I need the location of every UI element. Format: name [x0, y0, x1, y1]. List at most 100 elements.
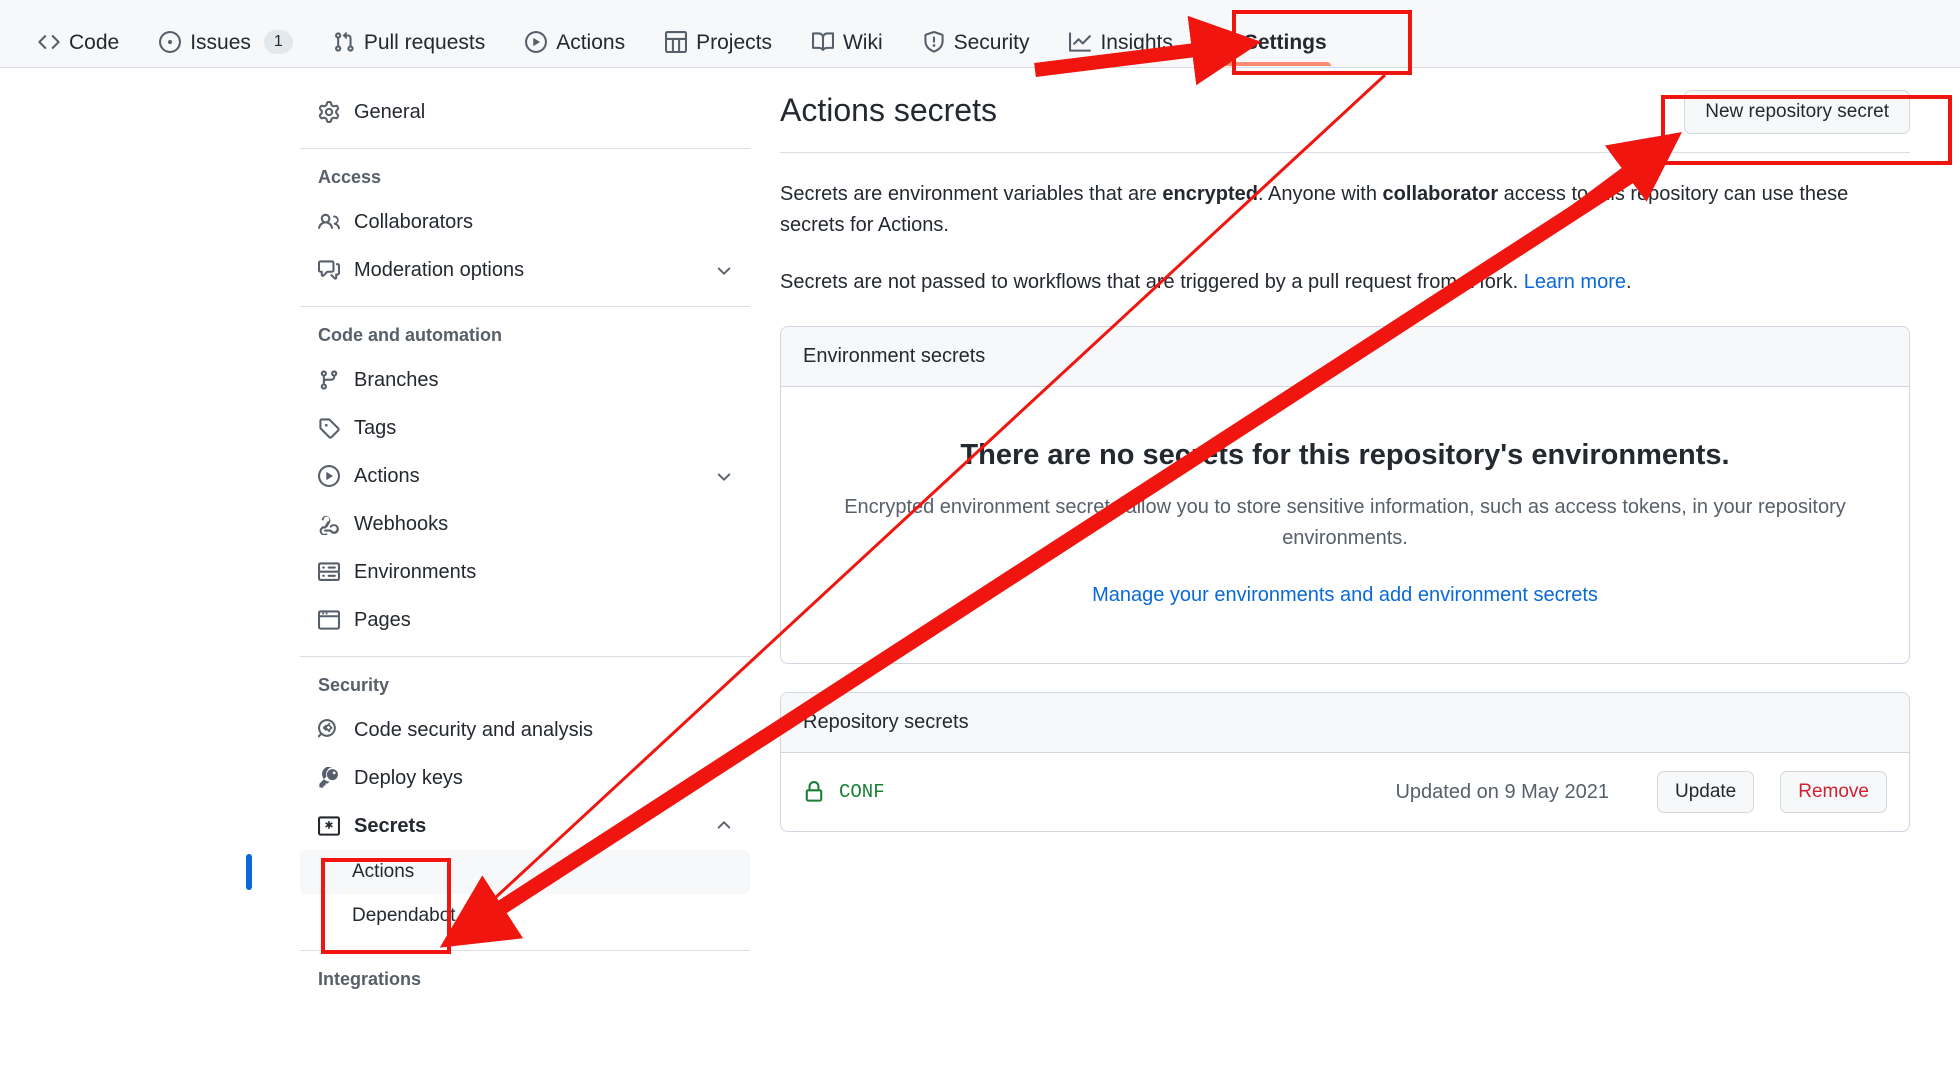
tag-icon	[318, 417, 340, 439]
repository-secrets-header: Repository secrets	[781, 693, 1909, 753]
repo-nav-label: Insights	[1100, 30, 1173, 54]
sidebar-item-label: Actions	[354, 464, 420, 487]
sidebar-item-label: Tags	[354, 416, 397, 439]
sidebar-divider	[300, 950, 750, 951]
blankslate-link-wrap: Manage your environments and add environ…	[811, 584, 1879, 607]
sidebar-divider	[300, 306, 750, 307]
gear-icon	[1213, 31, 1235, 53]
environment-secrets-blankslate: There are no secrets for this repository…	[781, 387, 1909, 663]
repo-nav-label: Issues	[190, 30, 251, 54]
repo-nav-item-settings[interactable]: Settings	[1193, 0, 1347, 66]
sidebar-group-title-security: Security	[318, 675, 390, 695]
sidebar-item-deploy-keys[interactable]: Deploy keys	[300, 754, 750, 802]
blankslate-title: There are no secrets for this repository…	[960, 439, 1730, 471]
sidebar-item-label: Collaborators	[354, 210, 473, 233]
manage-environments-link[interactable]: Manage your environments and add environ…	[1092, 584, 1598, 606]
remove-secret-button[interactable]: Remove	[1780, 771, 1887, 813]
secret-updated-timestamp: Updated on 9 May 2021	[1395, 780, 1609, 803]
shield-icon	[923, 31, 945, 53]
chevron-down-icon[interactable]	[714, 260, 734, 280]
gear-icon	[318, 101, 340, 123]
sidebar-item-label: Moderation options	[354, 258, 525, 281]
git-pull-request-icon	[333, 31, 355, 53]
chevron-down-icon[interactable]	[714, 466, 734, 486]
update-secret-button[interactable]: Update	[1656, 771, 1755, 813]
sidebar-divider	[300, 148, 750, 149]
repo-nav-item-issues[interactable]: Issues 1	[139, 0, 313, 66]
sidebar-item-label: Deploy keys	[354, 766, 463, 789]
secrets-description-paragraph: Secrets are environment variables that a…	[780, 179, 1890, 241]
sidebar-subitem-label: Dependabot	[352, 905, 456, 926]
environment-secrets-header: Environment secrets	[781, 327, 1909, 387]
sidebar-item-environments[interactable]: Environments	[300, 548, 750, 596]
repo-nav-label: Wiki	[842, 30, 883, 54]
chevron-up-icon[interactable]	[714, 816, 734, 836]
sidebar-item-moderation-options[interactable]: Moderation options	[300, 246, 750, 294]
learn-more-link[interactable]: Learn more	[1524, 271, 1626, 293]
repo-nav-label: Code	[69, 30, 120, 54]
repository-secrets-box: Repository secrets CONF Updated on 9 May…	[780, 692, 1910, 832]
table-row: CONF Updated on 9 May 2021 Update Remove	[781, 753, 1909, 831]
settings-sidebar: General Access Collaborators Moderation …	[246, 68, 750, 1000]
sidebar-item-collaborators[interactable]: Collaborators	[300, 198, 750, 246]
people-icon	[318, 211, 340, 233]
secret-name: CONF	[839, 781, 885, 803]
fork-note-paragraph: Secrets are not passed to workflows that…	[780, 267, 1890, 298]
new-repository-secret-button[interactable]: New repository secret	[1684, 90, 1910, 134]
blankslate-description: Encrypted environment secrets allow you …	[844, 496, 1846, 549]
sidebar-item-label: Code security and analysis	[354, 718, 594, 741]
fork-note-text: Secrets are not passed to workflows that…	[780, 271, 1524, 293]
sidebar-item-label: Pages	[354, 608, 411, 631]
repo-nav-label: Pull requests	[363, 30, 486, 54]
key-icon	[318, 767, 340, 789]
sidebar-divider	[300, 656, 750, 657]
repo-nav-item-actions[interactable]: Actions	[505, 0, 645, 66]
sidebar-item-webhooks[interactable]: Webhooks	[300, 500, 750, 548]
repo-nav-item-projects[interactable]: Projects	[645, 0, 792, 66]
sidebar-subitem-dependabot[interactable]: Dependabot	[300, 894, 750, 938]
issues-count-badge: 1	[263, 29, 293, 55]
main-header: Actions secrets New repository secret	[780, 68, 1910, 134]
desc-part-2: . Anyone with	[1258, 183, 1383, 205]
title-divider	[780, 152, 1910, 153]
sidebar-group-title-integrations: Integrations	[318, 969, 422, 989]
sidebar-item-label: Branches	[354, 368, 439, 391]
browser-icon	[318, 609, 340, 631]
repo-nav-label: Security	[953, 30, 1030, 54]
desc-bold-collaborator: collaborator	[1382, 183, 1499, 205]
sidebar-item-label: Webhooks	[354, 512, 449, 535]
fork-note-tail: .	[1625, 271, 1632, 293]
sidebar-item-label: General	[354, 100, 426, 123]
repo-nav-item-insights[interactable]: Insights	[1049, 0, 1192, 66]
sidebar-item-pages[interactable]: Pages	[300, 596, 750, 644]
sidebar-item-secrets[interactable]: Secrets	[300, 802, 750, 850]
sidebar-item-label: Environments	[354, 560, 477, 583]
sidebar-group-title-code-and-automation: Code and automation	[318, 325, 502, 345]
sidebar-item-branches[interactable]: Branches	[300, 356, 750, 404]
issue-opened-icon	[159, 31, 182, 53]
sidebar-subitem-actions[interactable]: Actions	[246, 850, 750, 894]
sidebar-item-label: Secrets	[354, 814, 427, 837]
repo-nav-item-pull-requests[interactable]: Pull requests	[313, 0, 505, 66]
graph-icon	[1069, 31, 1092, 53]
sidebar-group-title-access: Access	[318, 167, 382, 187]
repo-nav: Code Issues 1 Pull requests Actions Proj…	[0, 0, 1960, 68]
repo-nav-label: Settings	[1243, 30, 1327, 54]
sidebar-item-code-security-and-analysis[interactable]: Code security and analysis	[300, 706, 750, 754]
sidebar-item-general[interactable]: General	[300, 88, 750, 136]
desc-part-1: Secrets are environment variables that a…	[780, 183, 1163, 205]
sidebar-item-actions[interactable]: Actions	[300, 452, 750, 500]
page-title: Actions secrets	[780, 92, 997, 128]
play-icon	[318, 465, 340, 487]
comment-discussion-icon	[318, 259, 340, 281]
server-icon	[318, 561, 340, 583]
sidebar-item-tags[interactable]: Tags	[300, 404, 750, 452]
asterisk-key-icon	[318, 815, 340, 837]
repo-nav-item-security[interactable]: Security	[903, 0, 1050, 66]
repo-nav-item-wiki[interactable]: Wiki	[792, 0, 903, 66]
settings-page: General Access Collaborators Moderation …	[0, 68, 1960, 1067]
git-branch-icon	[318, 369, 340, 391]
repo-nav-item-code[interactable]: Code	[18, 0, 139, 66]
lock-icon	[803, 779, 825, 805]
environment-secrets-box: Environment secrets There are no secrets…	[780, 326, 1910, 664]
